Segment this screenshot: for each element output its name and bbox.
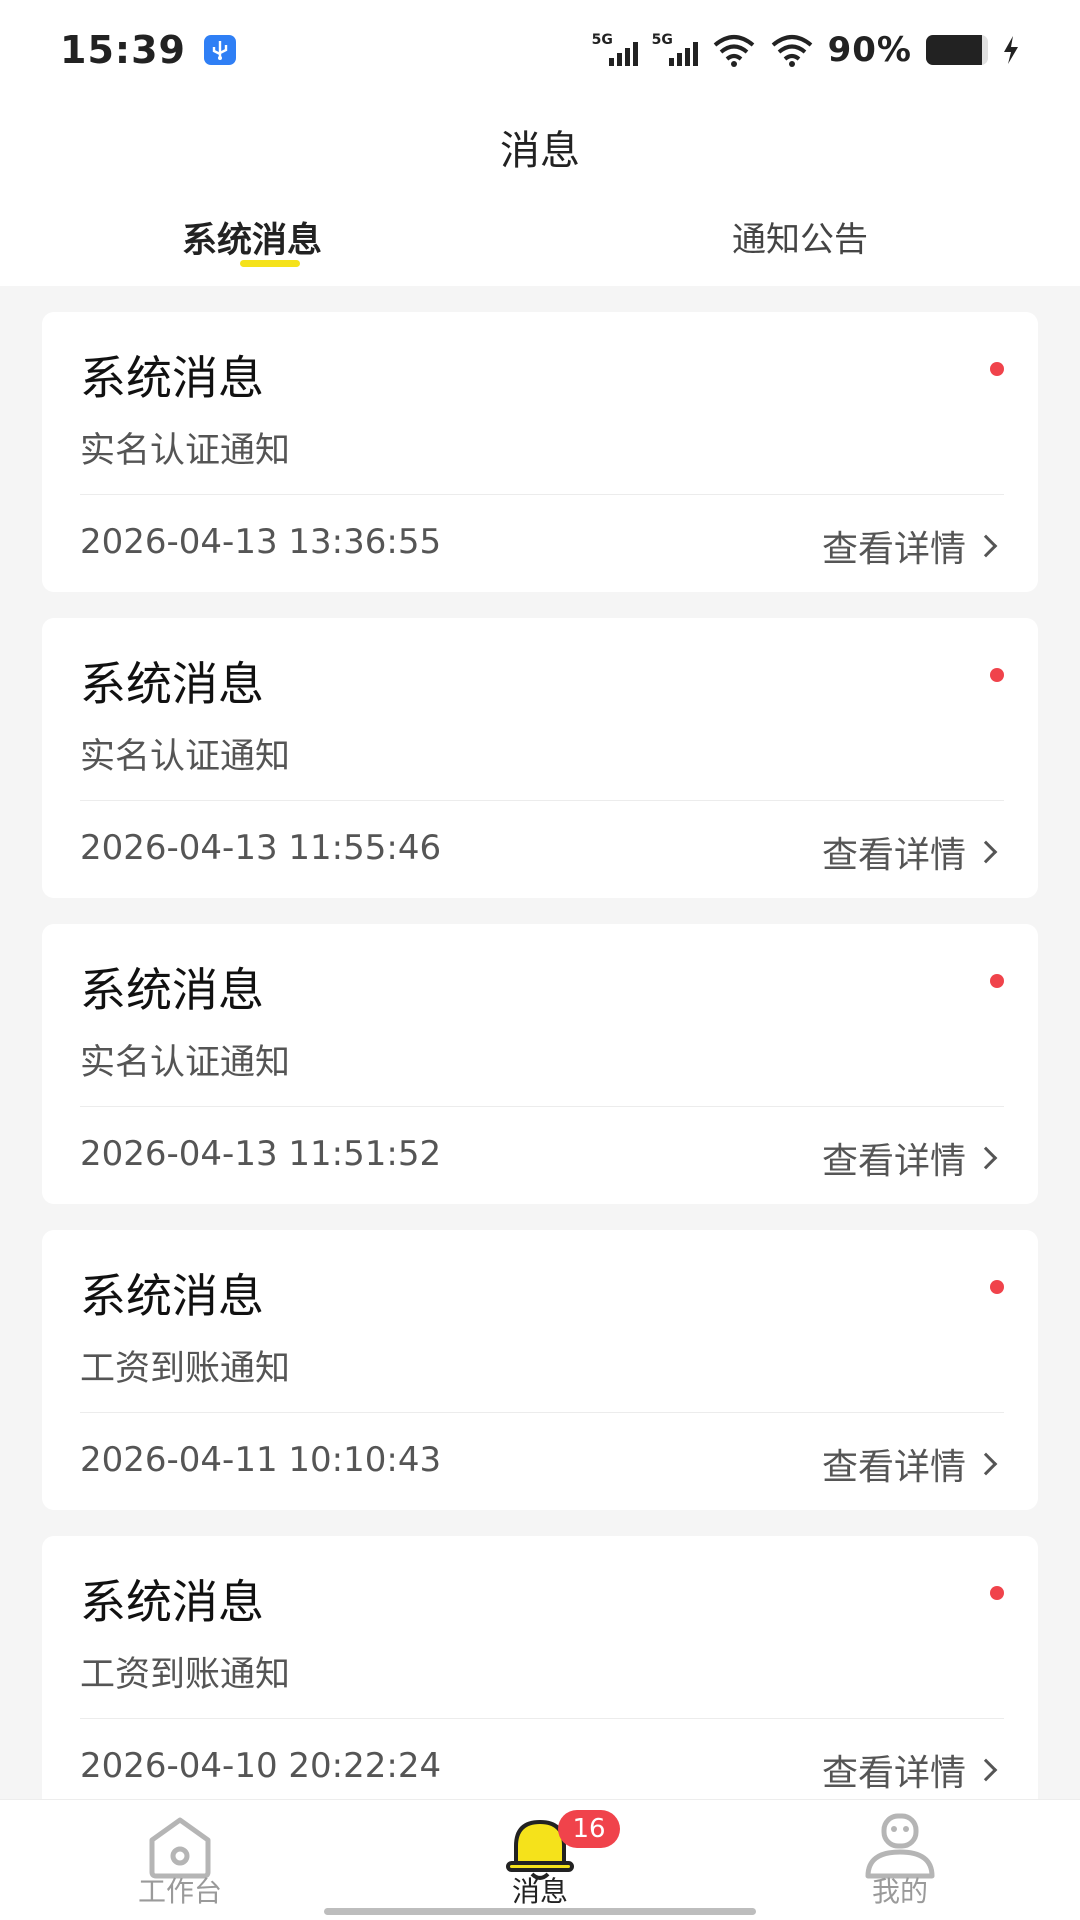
nav-item-profile[interactable]: 我的 xyxy=(800,1800,1000,1920)
wifi-icon xyxy=(771,35,812,67)
divider xyxy=(80,1718,1004,1719)
chevron-right-icon xyxy=(974,840,998,864)
divider xyxy=(80,1412,1004,1413)
message-subtitle: 工资到账通知 xyxy=(80,1655,291,1695)
tab-announcements[interactable]: 通知公告 xyxy=(732,212,868,261)
divider xyxy=(80,1106,1004,1107)
home-indicator[interactable] xyxy=(324,1908,756,1915)
tab-system-messages[interactable]: 系统消息 xyxy=(182,212,322,263)
message-title: 系统消息 xyxy=(80,351,264,405)
message-title: 系统消息 xyxy=(80,1575,264,1629)
unread-dot xyxy=(990,1280,1004,1294)
message-title: 系统消息 xyxy=(80,657,264,711)
wifi-icon xyxy=(713,35,754,67)
nav-label: 工作台 xyxy=(137,1875,222,1908)
message-subtitle: 实名认证通知 xyxy=(80,1043,291,1083)
nav-item-workbench[interactable]: 工作台 xyxy=(80,1800,280,1920)
view-details-label: 查看详情 xyxy=(821,1753,966,1794)
message-title: 系统消息 xyxy=(80,1269,264,1323)
divider xyxy=(80,800,1004,801)
battery-icon xyxy=(926,35,988,65)
unread-dot xyxy=(990,362,1004,376)
message-time: 2026-04-11 10:10:43 xyxy=(80,1440,442,1480)
message-card[interactable]: 系统消息 工资到账通知 2026-04-10 20:22:24 查看详情 xyxy=(42,1536,1038,1816)
nav-label: 我的 xyxy=(871,1875,928,1908)
nav-label: 消息 xyxy=(511,1875,568,1908)
message-list: 系统消息 实名认证通知 2026-04-13 13:36:55 查看详情 系统消… xyxy=(42,312,1038,1842)
unread-dot xyxy=(990,668,1004,682)
signal-icon: 5G xyxy=(592,32,638,68)
message-card[interactable]: 系统消息 工资到账通知 2026-04-11 10:10:43 查看详情 xyxy=(42,1230,1038,1510)
nav-item-messages[interactable]: 16 消息 xyxy=(440,1800,640,1920)
message-card[interactable]: 系统消息 实名认证通知 2026-04-13 13:36:55 查看详情 xyxy=(42,312,1038,592)
view-details-label: 查看详情 xyxy=(821,835,966,876)
unread-dot xyxy=(990,1586,1004,1600)
view-details-link[interactable]: 查看详情 xyxy=(821,1132,998,1184)
view-details-link[interactable]: 查看详情 xyxy=(821,826,998,878)
view-details-label: 查看详情 xyxy=(821,1141,966,1182)
battery-fill xyxy=(926,35,982,65)
view-details-label: 查看详情 xyxy=(821,529,966,570)
signal-icon: 5G xyxy=(652,32,698,68)
message-time: 2026-04-13 13:36:55 xyxy=(80,522,442,562)
unread-count-badge: 16 xyxy=(558,1810,620,1848)
chevron-right-icon xyxy=(974,1452,998,1476)
status-time: 15:39 xyxy=(60,28,186,72)
status-icons: 5G 5G 90% xyxy=(592,30,1020,70)
message-time: 2026-04-13 11:51:52 xyxy=(80,1134,442,1174)
message-title: 系统消息 xyxy=(80,963,264,1017)
chevron-right-icon xyxy=(974,1758,998,1782)
view-details-link[interactable]: 查看详情 xyxy=(821,520,998,572)
divider xyxy=(80,494,1004,495)
message-subtitle: 工资到账通知 xyxy=(80,1349,291,1389)
message-subtitle: 实名认证通知 xyxy=(80,737,291,777)
active-tab-indicator xyxy=(240,260,300,267)
message-time: 2026-04-10 20:22:24 xyxy=(80,1746,442,1786)
message-card[interactable]: 系统消息 实名认证通知 2026-04-13 11:55:46 查看详情 xyxy=(42,618,1038,898)
message-time: 2026-04-13 11:55:46 xyxy=(80,828,442,868)
page-title: 消息 xyxy=(500,128,580,174)
message-card[interactable]: 系统消息 实名认证通知 2026-04-13 11:51:52 查看详情 xyxy=(42,924,1038,1204)
status-bar: 15:39 5G 5G 90% xyxy=(0,0,1080,100)
charging-icon xyxy=(1004,36,1018,64)
bottom-nav: 工作台 16 消息 我的 xyxy=(0,1800,1080,1920)
screen: 15:39 5G 5G 90% 消息 系统消息 通知公告 系统消息 实名认证通知… xyxy=(0,0,1080,1920)
chevron-right-icon xyxy=(974,1146,998,1170)
view-details-link[interactable]: 查看详情 xyxy=(821,1744,998,1796)
usb-icon xyxy=(203,35,236,65)
unread-dot xyxy=(990,974,1004,988)
battery-percent: 90% xyxy=(827,30,912,70)
view-details-label: 查看详情 xyxy=(821,1447,966,1488)
chevron-right-icon xyxy=(974,534,998,558)
message-subtitle: 实名认证通知 xyxy=(80,431,291,471)
view-details-link[interactable]: 查看详情 xyxy=(821,1438,998,1490)
